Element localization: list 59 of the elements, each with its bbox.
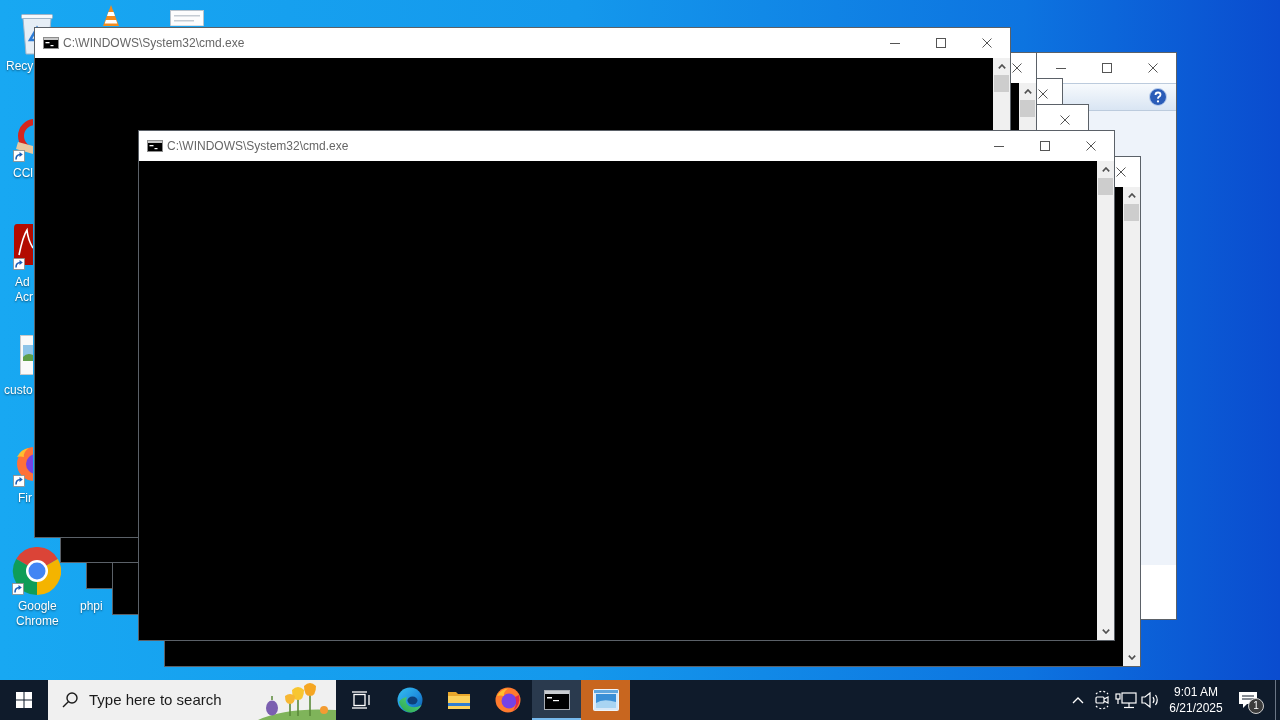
image-file-icon[interactable] bbox=[20, 335, 33, 375]
icon-label[interactable]: Fir bbox=[18, 491, 32, 506]
swirl-logo-icon bbox=[396, 687, 423, 713]
close-icon bbox=[982, 38, 992, 48]
chevron-up-icon bbox=[1127, 193, 1136, 198]
scroll-thumb[interactable] bbox=[1020, 100, 1035, 117]
chevron-down-icon bbox=[1101, 629, 1110, 634]
chevron-up-icon[interactable] bbox=[1072, 696, 1084, 704]
window-icon bbox=[592, 689, 619, 711]
scroll-thumb[interactable] bbox=[994, 75, 1009, 92]
maximize-icon bbox=[1040, 141, 1050, 151]
close-icon bbox=[1116, 167, 1126, 177]
window-title: C:\WINDOWS\System32\cmd.exe bbox=[167, 138, 349, 155]
icon-label[interactable]: phpi bbox=[80, 599, 103, 614]
minimize-icon bbox=[994, 145, 1004, 147]
chevron-up-icon bbox=[1101, 167, 1110, 172]
console-icon bbox=[43, 37, 59, 49]
scroll-thumb[interactable] bbox=[1124, 204, 1139, 221]
scrollbar[interactable] bbox=[1123, 187, 1140, 666]
brush-icon[interactable] bbox=[13, 118, 33, 162]
volume-icon[interactable] bbox=[1140, 691, 1160, 709]
close-icon bbox=[1038, 89, 1048, 99]
close-icon bbox=[1086, 141, 1096, 151]
taskbar-button[interactable] bbox=[532, 680, 581, 720]
notification-count-badge: 1 bbox=[1248, 698, 1264, 714]
icon-label[interactable]: Ad Acr bbox=[15, 275, 33, 305]
chevron-up-icon bbox=[997, 64, 1006, 69]
close-icon bbox=[1012, 63, 1022, 73]
icon-label[interactable]: custo bbox=[4, 383, 33, 398]
camera-icon[interactable] bbox=[1093, 690, 1111, 710]
chevron-up-icon bbox=[1023, 89, 1032, 94]
network-icon[interactable] bbox=[1115, 691, 1137, 709]
window-title: C:\WINDOWS\System32\cmd.exe bbox=[63, 35, 245, 52]
scroll-thumb[interactable] bbox=[1098, 178, 1113, 195]
console-icon bbox=[543, 690, 570, 710]
pdf-icon[interactable] bbox=[13, 224, 33, 270]
fox-logo-icon bbox=[494, 687, 521, 713]
console-icon bbox=[147, 140, 163, 152]
icon-label[interactable]: Google Chrome bbox=[16, 599, 59, 629]
minimize-icon bbox=[890, 42, 900, 44]
search-icon bbox=[62, 692, 78, 708]
close-icon bbox=[1060, 115, 1070, 125]
icon-label[interactable]: CCl bbox=[13, 166, 33, 181]
search-field[interactable]: Type here to search bbox=[89, 688, 258, 712]
scrollbar[interactable] bbox=[1097, 161, 1114, 640]
close-icon bbox=[1148, 63, 1158, 73]
search-bar[interactable]: Type here to search bbox=[48, 680, 336, 720]
help-icon[interactable] bbox=[1149, 88, 1167, 106]
chevron-down-icon bbox=[1127, 655, 1136, 660]
maximize-icon bbox=[1102, 63, 1112, 73]
clock-button[interactable]: 9:01 AM 6/21/2025 bbox=[1162, 680, 1230, 720]
maximize-icon bbox=[936, 38, 946, 48]
chrome-logo-icon[interactable] bbox=[12, 547, 61, 596]
task-view-icon bbox=[350, 691, 371, 709]
folder-icon bbox=[446, 690, 471, 710]
minimize-icon bbox=[1056, 67, 1066, 69]
windows-logo-icon bbox=[16, 692, 32, 708]
icon-label[interactable]: Recy bbox=[6, 59, 34, 74]
traffic-cone-icon[interactable] bbox=[102, 5, 120, 26]
